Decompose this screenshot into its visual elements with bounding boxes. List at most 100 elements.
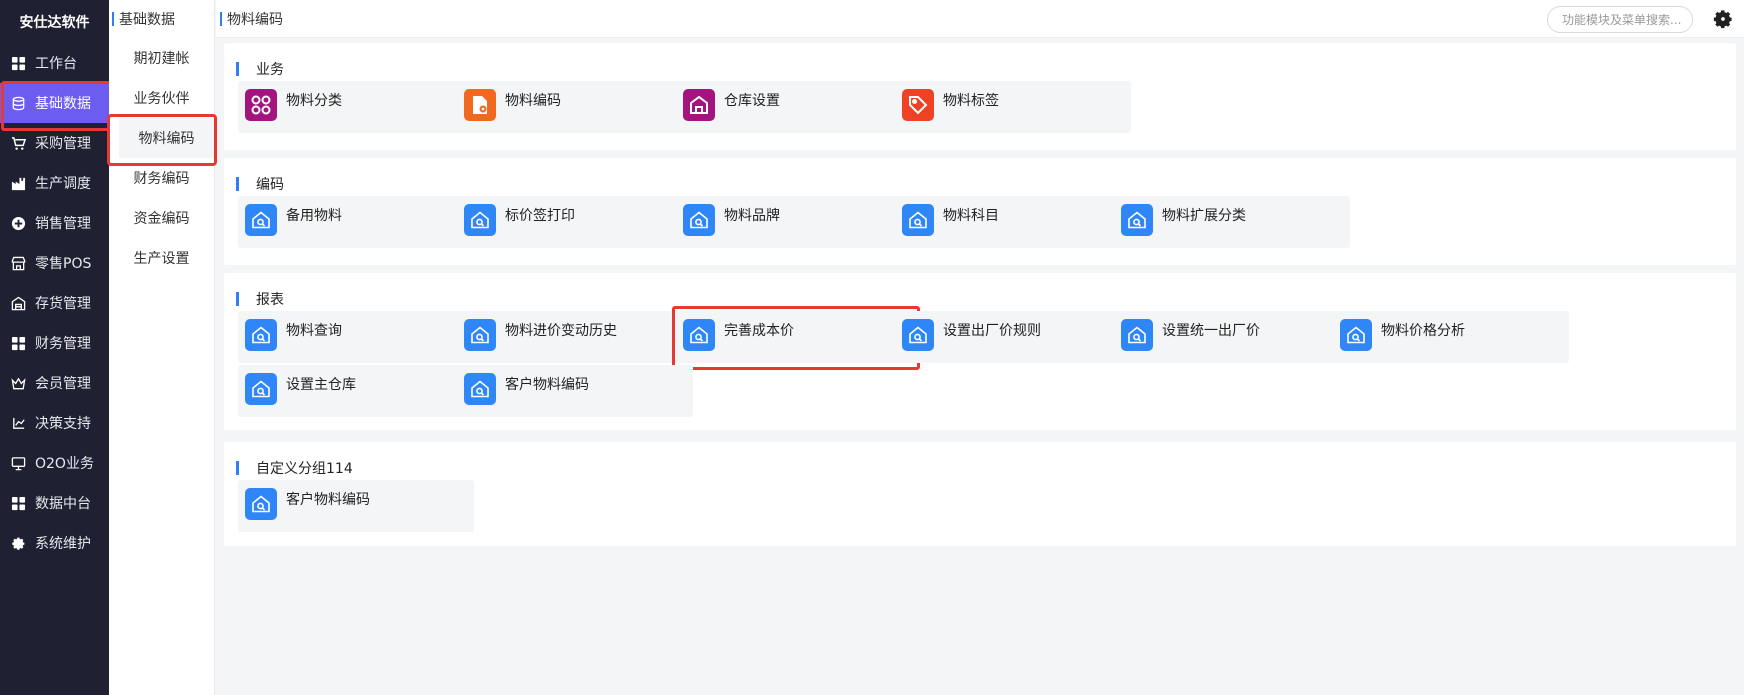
search-placeholder: 功能模块及菜单搜索... [1562,13,1682,27]
title-accent-bar [236,461,239,475]
home-search-icon [464,319,496,351]
main-sidebar: 安仕达软件 工作台 基础数据 采购管理 生产调度 销售管理 零售POS 存货管理 财务管理 会员… [0,0,112,695]
section-title-label: 业务 [256,62,284,78]
module-tile[interactable]: 备用物料 [238,196,474,248]
sidebar-item-12[interactable]: 系统维护 [0,523,109,563]
sidebar-item-label: 基础数据 [35,96,91,112]
module-tile-label: 备用物料 [286,208,342,224]
sidebar-item-label: O2O业务 [35,456,94,472]
submenu-item-label: 期初建帐 [133,51,190,67]
sidebar-item-3[interactable]: 生产调度 [0,163,109,203]
sidebar-item-2[interactable]: 采购管理 [0,123,109,163]
sidebar-item-11[interactable]: 数据中台 [0,483,109,523]
submenu-item-3[interactable]: 财务编码 [109,158,214,198]
module-tile-label: 客户物料编码 [286,492,370,508]
submenu-item-5[interactable]: 生产设置 [109,238,214,278]
module-tile[interactable]: 物料品牌 [676,196,912,248]
submenu-item-2[interactable]: 物料编码 [107,114,217,166]
section-title: 编码 [236,174,284,194]
module-tile[interactable]: 物料标签 [895,81,1131,133]
module-tile-label: 设置主仓库 [286,377,356,393]
module-tile[interactable]: 设置出厂价规则 [895,311,1131,363]
module-tile-label: 物料扩展分类 [1162,208,1246,224]
sidebar-item-label: 财务管理 [35,336,91,352]
section-title-label: 自定义分组114 [256,461,353,477]
section-title-label: 报表 [256,292,284,308]
submenu-item-label: 业务伙伴 [133,91,190,107]
module-tile[interactable]: 物料查询 [238,311,474,363]
home-search-icon [902,204,934,236]
module-tile-label: 物料科目 [943,208,999,224]
module-tile-label: 标价签打印 [505,208,575,224]
module-tile[interactable]: 客户物料编码 [238,480,474,532]
sidebar-item-6[interactable]: 存货管理 [0,283,109,323]
factory-icon [10,175,26,191]
home-search-icon [902,319,934,351]
home-search-icon [245,204,277,236]
sidebar-item-10[interactable]: O2O业务 [0,443,109,483]
title-accent-bar [236,62,239,76]
warehouse-icon [10,295,26,311]
home-search-icon [245,488,277,520]
module-tile[interactable]: 完善成本价 [672,306,920,370]
module-tile[interactable]: 物料编码 [457,81,693,133]
sidebar-item-0[interactable]: 工作台 [0,43,109,83]
grid-icon [10,55,26,71]
module-tile-label: 物料品牌 [724,208,780,224]
module-tile[interactable]: 仓库设置 [676,81,912,133]
grid-icon [10,495,26,511]
sidebar-item-9[interactable]: 决策支持 [0,403,109,443]
sidebar-item-5[interactable]: 零售POS [0,243,109,283]
submenu-item-label: 财务编码 [133,171,190,187]
sidebar-item-label: 会员管理 [35,376,91,392]
module-tile-label: 设置统一出厂价 [1162,323,1260,339]
home-search-icon [464,373,496,405]
module-tile[interactable]: 客户物料编码 [457,365,693,417]
sidebar-item-4[interactable]: 销售管理 [0,203,109,243]
section-title: 业务 [236,59,284,79]
section-panel: 编码 备用物料 标价签打印 物料品牌 物料科目 物料扩展分类 [224,158,1736,265]
module-tile-label: 物料价格分析 [1381,323,1465,339]
crown-icon [10,375,26,391]
section-title: 报表 [236,289,284,309]
gear-icon[interactable] [1712,8,1734,30]
module-tile-label: 物料查询 [286,323,342,339]
sidebar-item-label: 决策支持 [35,416,91,432]
sidebar-item-8[interactable]: 会员管理 [0,363,109,403]
section-panel: 自定义分组114 客户物料编码 [224,442,1736,546]
grid-icon [10,335,26,351]
module-tile[interactable]: 物料进价变动历史 [457,311,693,363]
module-tile-label: 仓库设置 [724,93,780,109]
cart-icon [10,135,26,151]
store-icon [10,255,26,271]
module-tile-label: 物料进价变动历史 [505,323,617,339]
home-search-icon [1121,204,1153,236]
section-title-label: 编码 [256,177,284,193]
module-tile-label: 设置出厂价规则 [943,323,1041,339]
home-search-icon [245,373,277,405]
module-tile[interactable]: 物料科目 [895,196,1131,248]
submenu-item-4[interactable]: 资金编码 [109,198,214,238]
sidebar-item-1[interactable]: 基础数据 [0,81,112,131]
breadcrumb-current[interactable]: 物料编码 [227,9,283,29]
document-gear-icon [464,89,496,121]
module-tile[interactable]: 标价签打印 [457,196,693,248]
sidebar-item-label: 生产调度 [35,176,91,192]
submenu-item-0[interactable]: 期初建帐 [109,38,214,78]
sidebar-item-7[interactable]: 财务管理 [0,323,109,363]
submenu-item-label: 生产设置 [133,251,190,267]
section-title: 自定义分组114 [236,458,353,478]
home-search-icon [1340,319,1372,351]
home-search-icon [245,319,277,351]
submenu-panel: 基础数据 期初建帐 业务伙伴 物料编码 财务编码 资金编码 生产设置 [107,0,217,695]
module-tile[interactable]: 设置主仓库 [238,365,474,417]
search-input[interactable]: 功能模块及菜单搜索... [1547,6,1693,33]
module-tile[interactable]: 物料扩展分类 [1114,196,1350,248]
module-tile[interactable]: 物料价格分析 [1333,311,1569,363]
submenu-item-label: 资金编码 [133,211,190,227]
title-accent-bar [112,12,114,26]
module-tile[interactable]: 设置统一出厂价 [1114,311,1350,363]
submenu-item-1[interactable]: 业务伙伴 [109,78,214,118]
sidebar-item-label: 工作台 [35,56,77,72]
module-tile[interactable]: 物料分类 [238,81,474,133]
